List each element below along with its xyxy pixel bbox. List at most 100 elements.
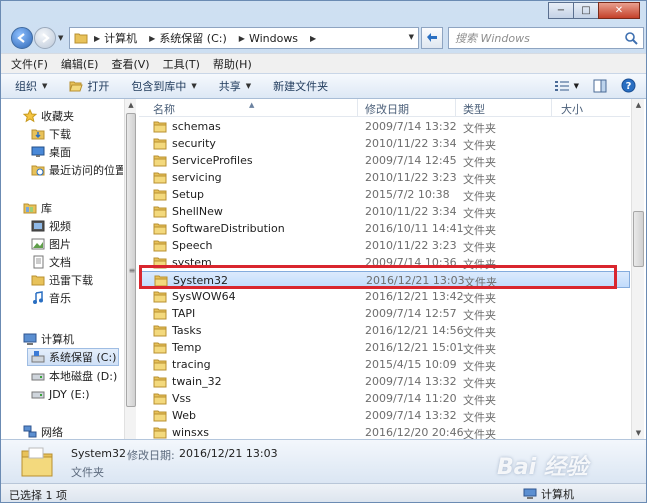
status-bar: 已选择 1 项 计算机	[1, 483, 646, 502]
table-row[interactable]: winsxs 2016/12/20 20:46 文件夹	[139, 424, 630, 439]
table-row[interactable]: schemas 2009/7/14 13:32 文件夹	[139, 118, 630, 135]
table-row[interactable]: SoftwareDistribution 2016/10/11 14:41 文件夹	[139, 220, 630, 237]
file-type: 文件夹	[463, 309, 496, 322]
file-list-scrollbar[interactable]: ▲ ▼	[631, 99, 644, 439]
table-row[interactable]: ShellNew 2010/11/22 3:34 文件夹	[139, 203, 630, 220]
nav-item-drive-e[interactable]: JDY (E:)	[31, 385, 90, 403]
nav-computer[interactable]: 计算机	[23, 330, 74, 348]
folder-icon	[153, 121, 167, 132]
file-name-text: Temp	[172, 341, 202, 354]
menu-bar: 文件(F) 编辑(E) 查看(V) 工具(T) 帮助(H)	[1, 53, 646, 73]
nav-item-desktop[interactable]: 桌面	[31, 143, 71, 161]
nav-favorites[interactable]: 收藏夹	[23, 107, 74, 125]
table-row[interactable]: Vss 2009/7/14 11:20 文件夹	[139, 390, 630, 407]
nav-item-xunlei-downloads[interactable]: 迅雷下载	[31, 271, 93, 289]
file-name-text: schemas	[172, 120, 221, 133]
nav-item-music[interactable]: 音乐	[31, 289, 71, 307]
nav-item-pictures[interactable]: 图片	[31, 235, 71, 253]
menu-file[interactable]: 文件(F)	[11, 56, 48, 72]
recent-pages-dropdown[interactable]: ▼	[58, 34, 63, 42]
column-type[interactable]: 类型	[463, 101, 485, 117]
table-row[interactable]: tracing 2015/4/15 10:09 文件夹	[139, 356, 630, 373]
include-in-library-button[interactable]: 包含到库中 ▼	[131, 78, 196, 94]
folder-icon	[153, 240, 167, 251]
file-name-text: ShellNew	[172, 205, 223, 218]
nav-item-videos[interactable]: 视频	[31, 217, 71, 235]
nav-item-drive-c[interactable]: 系统保留 (C:)	[27, 348, 119, 366]
scroll-down-arrow-icon[interactable]: ▼	[632, 427, 645, 439]
scrollbar-thumb[interactable]	[633, 211, 644, 267]
new-folder-button[interactable]: 新建文件夹	[273, 78, 328, 94]
column-name[interactable]: 名称	[153, 101, 175, 117]
content-area: 收藏夹 下载 桌面 最近访问的位置 库 视频 图片 文档 迅雷下载 音乐 计算机…	[1, 99, 646, 439]
open-label: 打开	[87, 80, 110, 93]
address-dropdown[interactable]: ▼	[409, 33, 414, 41]
search-input[interactable]: 搜索 Windows	[448, 27, 644, 49]
file-name-text: Speech	[172, 239, 213, 252]
file-name: servicing	[153, 171, 222, 184]
minimize-button[interactable]: −	[548, 2, 574, 19]
scroll-up-arrow-icon[interactable]: ▲	[125, 99, 137, 111]
open-folder-icon	[69, 81, 84, 92]
folder-icon	[74, 33, 88, 44]
menu-help[interactable]: 帮助(H)	[213, 56, 252, 72]
breadcrumb-drive-c[interactable]: 系统保留 (C:)	[159, 30, 226, 46]
file-name: Vss	[153, 392, 191, 405]
folder-icon	[153, 359, 167, 370]
table-row[interactable]: Setup 2015/7/2 10:38 文件夹	[139, 186, 630, 203]
organize-button[interactable]: 组织 ▼	[15, 78, 47, 94]
file-date: 2016/12/21 15:01	[365, 341, 464, 354]
nav-item-label: 迅雷下载	[49, 274, 93, 287]
scroll-up-arrow-icon[interactable]: ▲	[632, 99, 645, 111]
file-name-text: SysWOW64	[172, 290, 236, 303]
network-icon	[23, 425, 37, 438]
breadcrumb-computer[interactable]: 计算机	[104, 30, 137, 46]
table-row[interactable]: Tasks 2016/12/21 14:56 文件夹	[139, 322, 630, 339]
table-row[interactable]: Speech 2010/11/22 3:23 文件夹	[139, 237, 630, 254]
column-size[interactable]: 大小	[561, 101, 583, 117]
preview-pane-button[interactable]	[593, 79, 607, 93]
refresh-button[interactable]	[421, 27, 443, 49]
table-row[interactable]: security 2010/11/22 3:34 文件夹	[139, 135, 630, 152]
maximize-button[interactable]: □	[573, 2, 599, 19]
open-button[interactable]: 打开	[69, 78, 109, 94]
back-button[interactable]	[11, 27, 33, 49]
close-button[interactable]: ✕	[598, 2, 640, 19]
table-row[interactable]: TAPI 2009/7/14 12:57 文件夹	[139, 305, 630, 322]
file-date: 2009/7/14 13:32	[365, 120, 457, 133]
file-date: 2016/10/11 14:41	[365, 222, 464, 235]
table-row[interactable]: ServiceProfiles 2009/7/14 12:45 文件夹	[139, 152, 630, 169]
share-button[interactable]: 共享 ▼	[219, 78, 251, 94]
nav-item-recent-places[interactable]: 最近访问的位置	[31, 161, 123, 179]
table-row[interactable]: twain_32 2009/7/14 13:32 文件夹	[139, 373, 630, 390]
nav-favorites-label: 收藏夹	[41, 110, 74, 123]
table-row[interactable]: SysWOW64 2016/12/21 13:42 文件夹	[139, 288, 630, 305]
column-date[interactable]: 修改日期	[365, 101, 409, 117]
table-row[interactable]: Web 2009/7/14 13:32 文件夹	[139, 407, 630, 424]
folder-icon	[153, 427, 167, 438]
nav-item-documents[interactable]: 文档	[31, 253, 71, 271]
nav-item-drive-d[interactable]: 本地磁盘 (D:)	[31, 367, 117, 385]
forward-button[interactable]	[34, 27, 56, 49]
file-type: 文件夹	[463, 360, 496, 373]
help-button[interactable]: ?	[621, 78, 636, 93]
scrollbar-thumb[interactable]: ≡	[126, 113, 136, 407]
downloads-folder-icon	[31, 129, 45, 140]
desktop-icon	[31, 146, 45, 157]
table-row[interactable]: servicing 2010/11/22 3:23 文件夹	[139, 169, 630, 186]
menu-view[interactable]: 查看(V)	[111, 56, 149, 72]
folder-icon	[153, 291, 167, 302]
menu-tools[interactable]: 工具(T)	[163, 56, 200, 72]
file-type: 文件夹	[463, 190, 496, 203]
nav-pane-scrollbar[interactable]: ▲ ≡	[124, 99, 136, 439]
folder-icon	[153, 138, 167, 149]
nav-libraries[interactable]: 库	[23, 199, 52, 217]
breadcrumb-windows[interactable]: Windows	[249, 32, 298, 45]
view-options-button[interactable]: ▼	[554, 80, 579, 92]
nav-item-downloads[interactable]: 下载	[31, 125, 71, 143]
address-bar[interactable]: ▶ 计算机 ▶ 系统保留 (C:) ▶ Windows ▶ ▼	[69, 27, 419, 49]
menu-edit[interactable]: 编辑(E)	[61, 56, 99, 72]
nav-network[interactable]: 网络	[23, 423, 63, 439]
table-row[interactable]: Temp 2016/12/21 15:01 文件夹	[139, 339, 630, 356]
file-type: 文件夹	[463, 343, 496, 356]
